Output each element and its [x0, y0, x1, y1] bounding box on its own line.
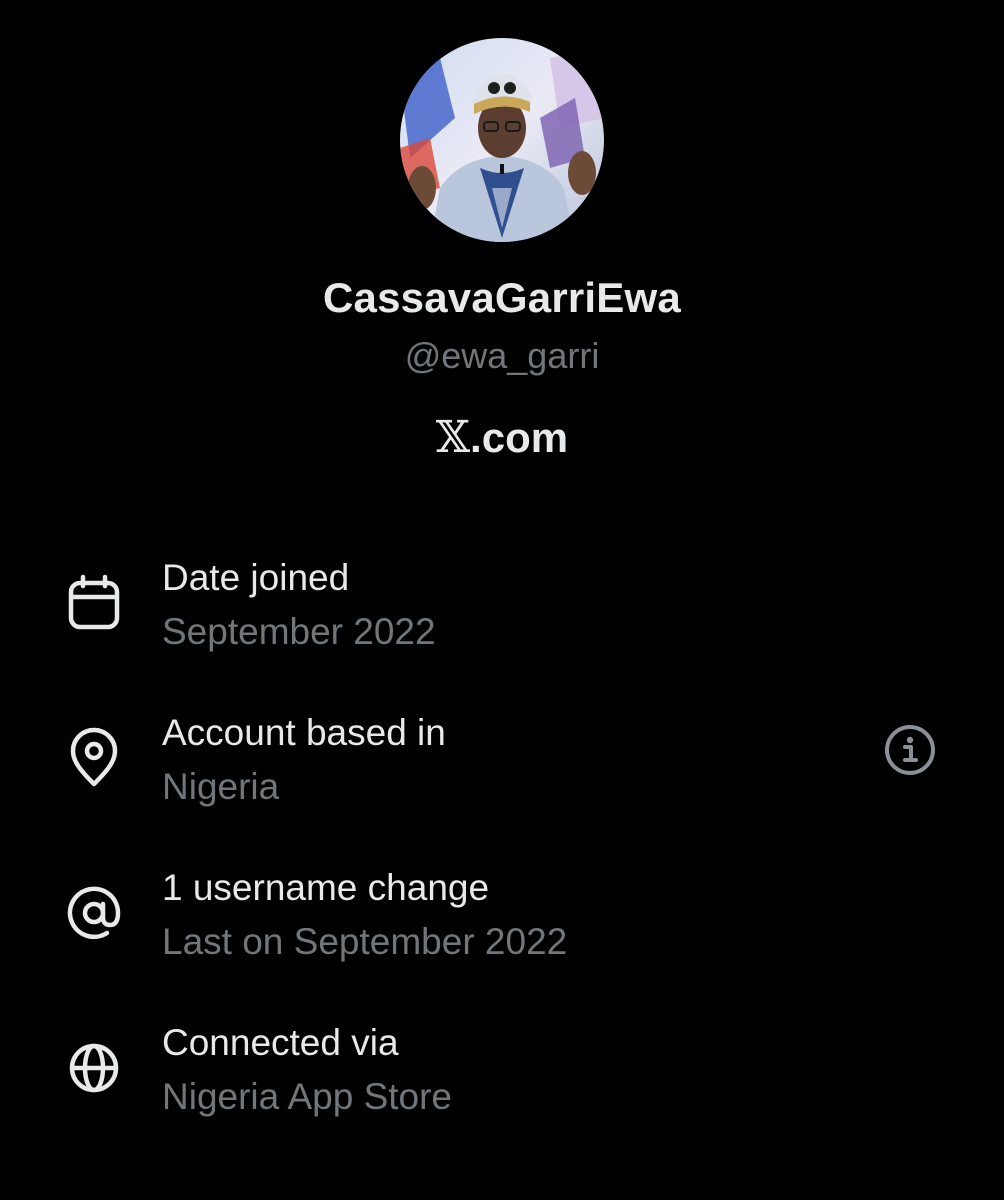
- location-pin-icon: [62, 726, 126, 790]
- avatar-image: [400, 38, 604, 242]
- username-handle: @ewa_garri: [404, 335, 600, 376]
- account-based-in-value: Nigeria: [162, 766, 280, 807]
- connected-via-row: Connected via Nigeria App Store: [0, 1022, 1004, 1142]
- date-joined-row: Date joined September 2022: [0, 557, 1004, 677]
- username-change-value: Last on September 2022: [162, 921, 568, 962]
- connected-via-value: Nigeria App Store: [162, 1076, 453, 1117]
- site-label: 𝕏.com: [0, 412, 1004, 463]
- date-joined-value: September 2022: [162, 611, 436, 652]
- x-logo-icon: 𝕏: [435, 412, 471, 463]
- username-change-row: 1 username change Last on September 2022: [0, 867, 1004, 987]
- display-name: CassavaGarriEwa: [323, 274, 681, 321]
- calendar-icon: [62, 571, 126, 635]
- account-based-in-row: Account based in Nigeria: [0, 712, 1004, 832]
- profile-avatar[interactable]: [400, 38, 604, 242]
- date-joined-label: Date joined: [162, 557, 350, 598]
- connected-via-label: Connected via: [162, 1022, 399, 1063]
- at-sign-icon: [62, 881, 126, 945]
- username-change-label: 1 username change: [162, 867, 490, 908]
- site-suffix: .com: [470, 414, 569, 461]
- info-icon[interactable]: [882, 722, 938, 778]
- globe-icon: [62, 1036, 126, 1100]
- account-based-in-label: Account based in: [162, 712, 446, 753]
